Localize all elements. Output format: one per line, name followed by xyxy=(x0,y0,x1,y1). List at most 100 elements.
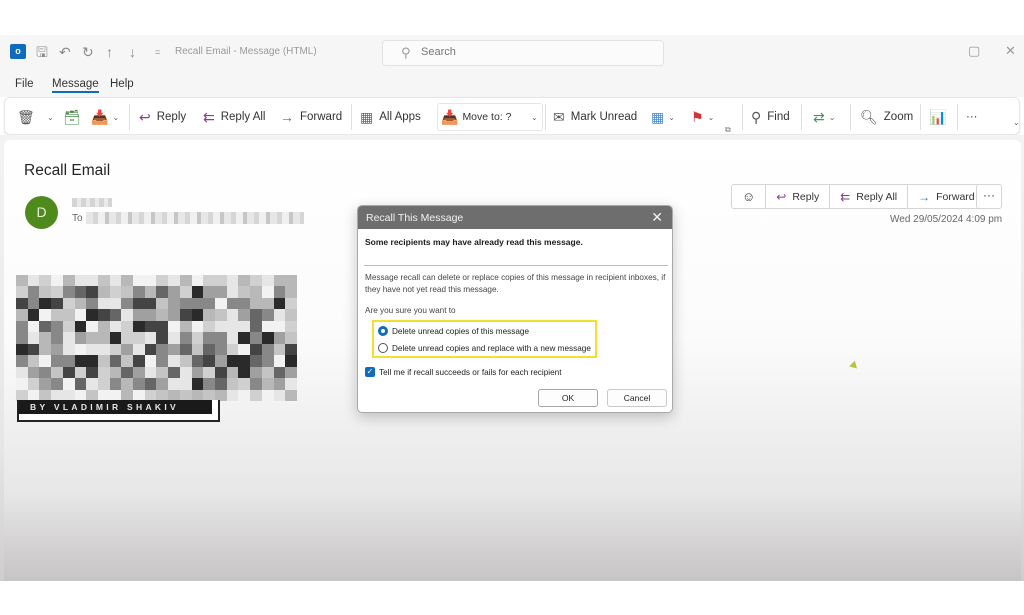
mosaic-cell xyxy=(62,355,75,367)
mosaic-cell xyxy=(62,275,75,287)
mosaic-cell xyxy=(39,378,52,390)
close-button[interactable]: ✕ xyxy=(1005,43,1016,59)
zoom-button[interactable]: 🔍︎ Zoom xyxy=(860,107,913,127)
mosaic-cell xyxy=(74,309,87,321)
tracking-checkbox-row[interactable]: ✓ Tell me if recall succeeds or fails fo… xyxy=(365,367,561,377)
mosaic-cell xyxy=(109,320,122,333)
reply-all-button[interactable]: ⇇ Reply All xyxy=(203,107,265,127)
delete-button[interactable]: 🗑 xyxy=(17,107,41,127)
separator xyxy=(801,104,802,130)
down-arrow-icon[interactable]: ↓ xyxy=(129,43,136,61)
option-delete-and-replace[interactable]: Delete unread copies and replace with a … xyxy=(378,343,591,353)
mosaic-cell xyxy=(144,366,157,379)
separator xyxy=(351,104,352,130)
mark-unread-button[interactable]: ✉ Mark Unread xyxy=(553,107,637,127)
mosaic-cell xyxy=(16,286,28,298)
forward-button[interactable]: → Forward xyxy=(280,107,342,127)
more-commands-button[interactable]: ··· xyxy=(966,107,978,127)
mosaic-cell xyxy=(179,320,192,333)
flag-button[interactable]: ⚑ ⌄ xyxy=(691,107,714,127)
ok-button[interactable]: OK xyxy=(538,389,598,407)
mosaic-cell xyxy=(226,286,239,298)
mosaic-cell xyxy=(97,309,110,321)
mosaic-cell xyxy=(226,309,239,321)
zoom-label: Zoom xyxy=(883,111,914,123)
mosaic-cell xyxy=(285,320,297,333)
mosaic-cell xyxy=(261,275,274,287)
all-apps-button[interactable]: ▦ All Apps xyxy=(360,107,421,127)
mosaic-cell xyxy=(179,309,192,321)
mosaic-cell xyxy=(226,389,239,401)
redo-icon[interactable]: ↻ xyxy=(82,43,94,61)
mosaic-cell xyxy=(156,378,169,390)
mosaic-cell xyxy=(109,343,122,356)
reply-button[interactable]: ↩ Reply xyxy=(766,185,831,208)
translate-button[interactable]: ⇄ ⌄ xyxy=(813,107,835,127)
option-delete-unread[interactable]: Delete unread copies of this message xyxy=(378,326,529,336)
menu-help[interactable]: Help xyxy=(110,78,134,90)
reply-button[interactable]: ↩ Reply xyxy=(139,107,186,127)
move-to-dropdown[interactable]: ⌄ xyxy=(527,107,538,127)
mosaic-cell xyxy=(226,355,239,367)
menu-message[interactable]: Message xyxy=(52,78,99,93)
radio-unselected[interactable] xyxy=(378,343,388,353)
mosaic-cell xyxy=(27,286,40,298)
mosaic-cell xyxy=(250,275,262,287)
mosaic-cell xyxy=(121,366,134,379)
mosaic-cell xyxy=(250,286,262,298)
up-arrow-icon[interactable]: ↑ xyxy=(106,43,113,61)
search-box[interactable]: ⚲ xyxy=(382,40,664,66)
reply-icon: ↩ xyxy=(139,108,151,125)
mosaic-cell xyxy=(74,297,87,310)
dialog-warning: Some recipients may have already read th… xyxy=(365,237,583,247)
mosaic-cell xyxy=(168,378,180,390)
viva-insights-button[interactable]: 📊 xyxy=(929,107,952,127)
restore-button[interactable]: ▢ xyxy=(968,43,980,59)
move-to-button[interactable]: 📥 Move to: ? xyxy=(441,107,511,127)
chevron-down-icon: ⌄ xyxy=(668,112,675,122)
mosaic-cell xyxy=(133,275,145,287)
mosaic-cell xyxy=(121,378,134,390)
more-actions-button[interactable]: ··· xyxy=(976,184,1002,209)
reply-all-button[interactable]: ⇇ Reply All xyxy=(830,185,909,208)
mosaic-cell xyxy=(16,275,28,287)
mosaic-cell xyxy=(62,378,75,390)
mosaic-cell xyxy=(273,355,286,367)
archive-button[interactable]: 🗃 xyxy=(63,107,87,127)
checkbox-checked[interactable]: ✓ xyxy=(365,367,375,377)
mosaic-cell xyxy=(203,275,216,287)
forward-button[interactable]: → Forward xyxy=(908,185,985,208)
mosaic-cell xyxy=(74,355,87,367)
mosaic-cell xyxy=(109,309,122,321)
mosaic-cell xyxy=(203,320,216,333)
move-to-label: Move to: ? xyxy=(462,111,512,123)
find-button[interactable]: ⚲ Find xyxy=(751,107,790,127)
categorize-button[interactable]: ▦ ⌄ xyxy=(651,107,675,127)
undo-icon[interactable]: ↶ xyxy=(59,43,71,61)
mosaic-cell xyxy=(39,320,52,333)
mosaic-cell xyxy=(97,378,110,390)
move-button[interactable]: 📥 ⌄ xyxy=(91,107,119,127)
mosaic-cell xyxy=(226,320,239,333)
mosaic-cell xyxy=(27,320,40,333)
outlook-logo-icon: o xyxy=(10,44,26,59)
dialog-launcher-icon: ⧉ xyxy=(725,125,731,134)
save-icon[interactable]: 🖫 xyxy=(36,43,48,61)
delete-dropdown[interactable]: ⌄ xyxy=(43,107,54,127)
mosaic-cell xyxy=(156,355,169,367)
mosaic-cell xyxy=(39,366,52,379)
customize-icon[interactable]: = xyxy=(155,43,160,61)
sender-avatar[interactable]: D xyxy=(25,196,58,229)
radio-selected[interactable] xyxy=(378,326,388,336)
emoji-reaction-button[interactable]: ☺ xyxy=(732,185,767,208)
search-input[interactable] xyxy=(421,46,621,58)
mosaic-cell xyxy=(156,286,169,298)
mosaic-cell xyxy=(39,286,52,298)
expand-ribbon-button[interactable]: ⌄ xyxy=(1009,112,1020,132)
reply-all-label: Reply All xyxy=(856,190,898,203)
close-icon[interactable]: ✕ xyxy=(651,209,663,226)
menu-file[interactable]: File xyxy=(15,78,34,90)
mosaic-cell xyxy=(144,355,157,367)
cancel-button[interactable]: Cancel xyxy=(607,389,667,407)
search-icon: ⚲ xyxy=(401,45,411,60)
